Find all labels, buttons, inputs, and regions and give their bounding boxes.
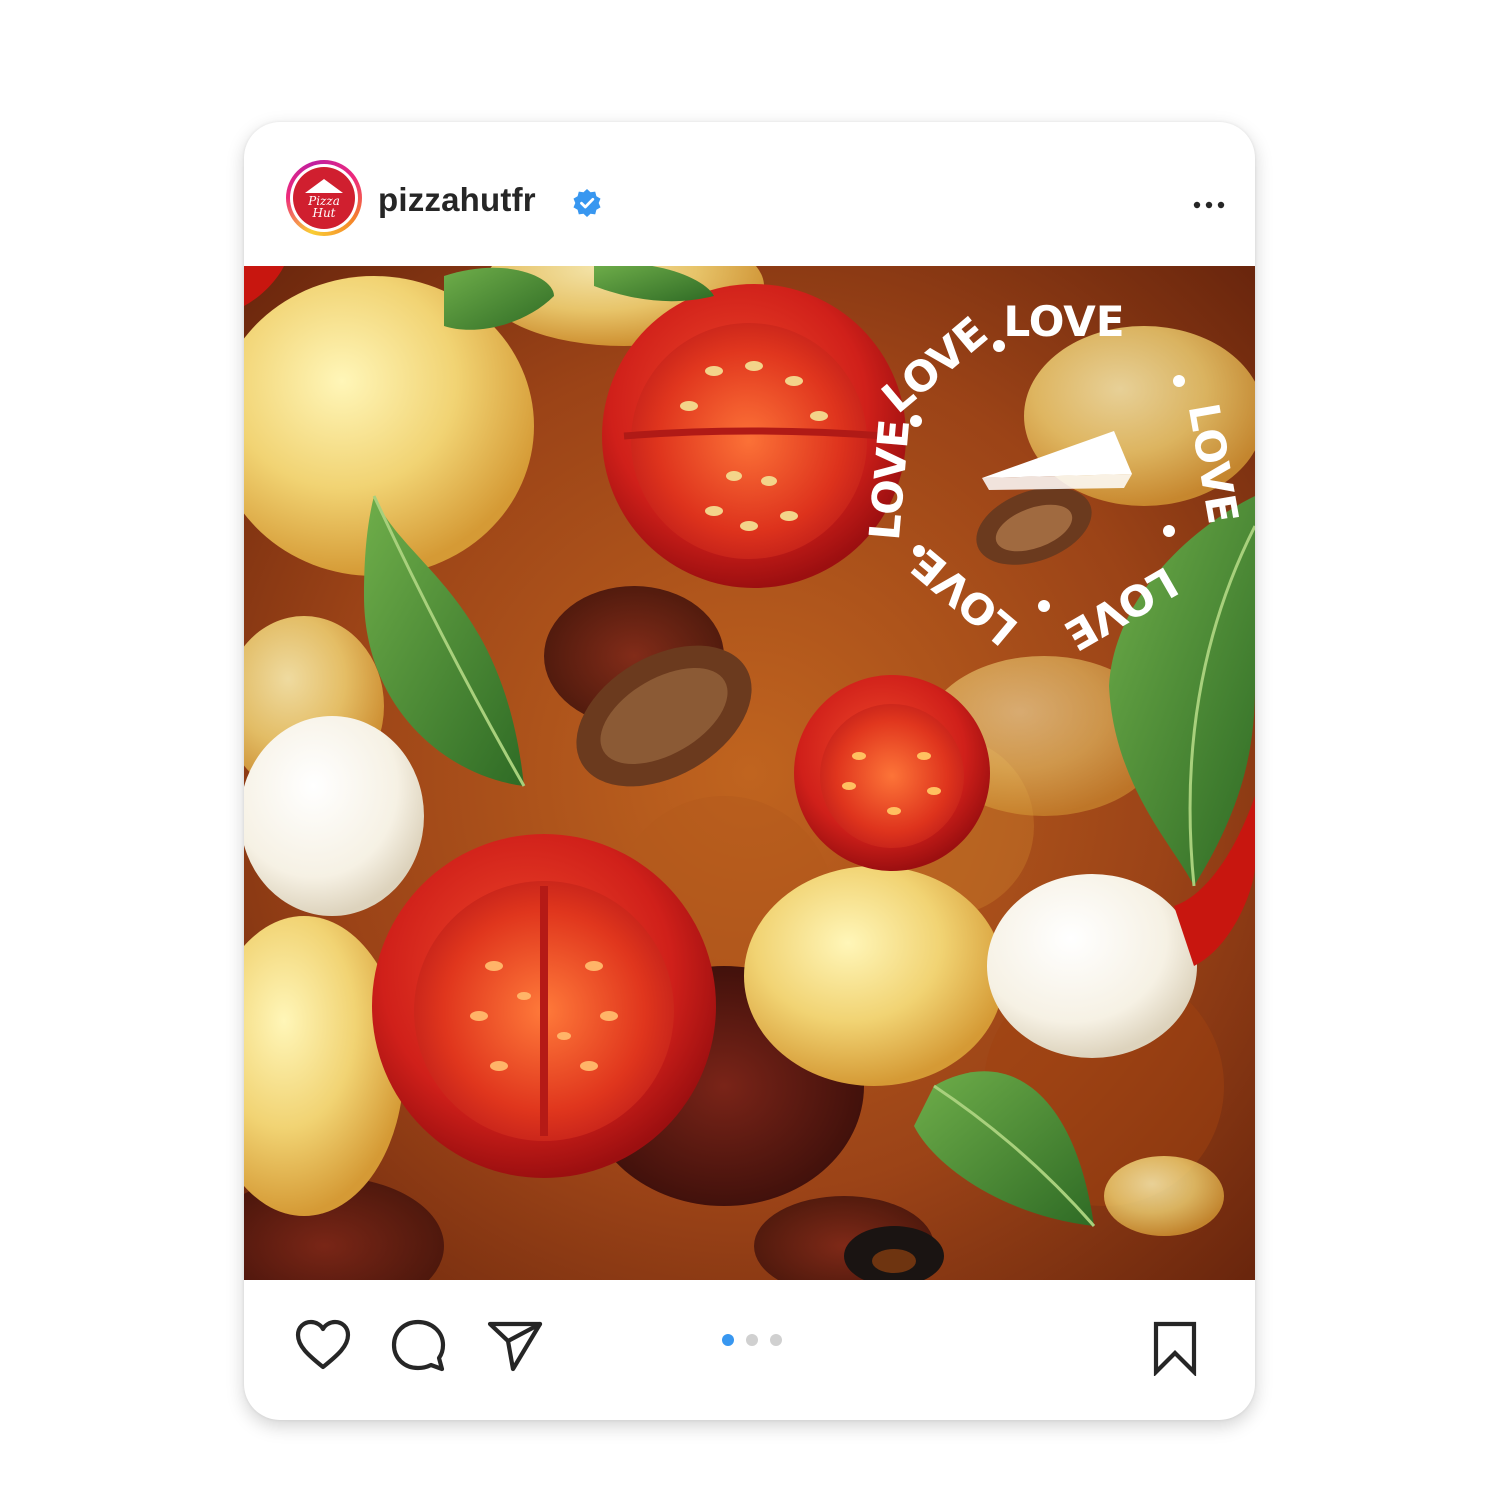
pizza-hut-logo-icon: Pizza Hut — [305, 179, 343, 220]
post-actions-bar — [244, 1280, 1255, 1420]
verified-badge-icon — [573, 189, 601, 217]
carousel-dot-2 — [746, 1334, 758, 1346]
bookmark-icon[interactable] — [1150, 1320, 1200, 1376]
heart-icon[interactable] — [294, 1318, 352, 1372]
username-link[interactable]: pizzahutfr — [378, 180, 536, 220]
paper-plane-icon[interactable] — [486, 1318, 544, 1374]
comment-icon[interactable] — [390, 1318, 446, 1374]
story-ring[interactable]: Pizza Hut — [286, 160, 362, 236]
avatar-logo-line2: Hut — [311, 206, 335, 220]
instagram-post-card: Pizza Hut pizzahutfr LOVE LOVE LOVE LOVE… — [244, 122, 1255, 1420]
carousel-dot-1 — [722, 1334, 734, 1346]
love-word-top: LOVE — [1003, 297, 1124, 346]
post-image[interactable]: LOVE LOVE LOVE LOVE LOVE LOVE — [244, 266, 1255, 1280]
more-options-icon[interactable] — [1189, 190, 1229, 220]
pizza-photo: LOVE LOVE LOVE LOVE LOVE LOVE — [244, 266, 1255, 1280]
carousel-dot-3 — [770, 1334, 782, 1346]
carousel-indicator — [722, 1330, 782, 1346]
avatar: Pizza Hut — [293, 167, 355, 229]
post-header: Pizza Hut pizzahutfr — [244, 122, 1255, 266]
